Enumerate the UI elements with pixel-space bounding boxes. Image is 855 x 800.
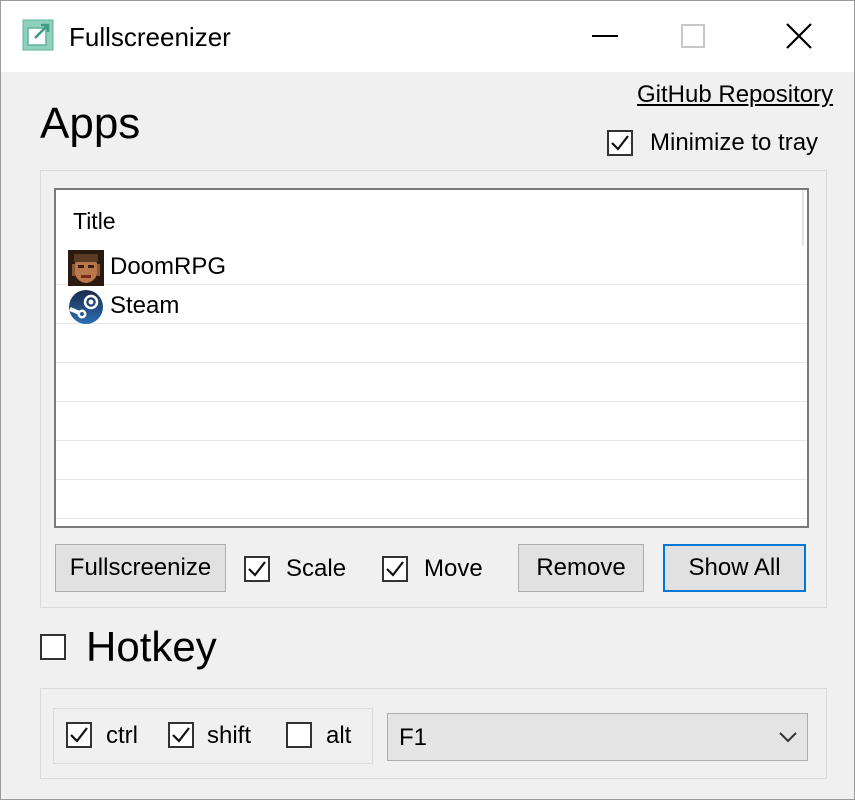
list-empty-row <box>56 402 807 441</box>
scale-label[interactable]: Scale <box>286 554 346 584</box>
maximize-icon <box>681 24 705 48</box>
shift-checkbox[interactable] <box>168 722 194 748</box>
hotkey-key-dropdown[interactable]: F1 <box>387 713 808 761</box>
hotkey-heading[interactable]: Hotkey <box>86 622 217 672</box>
list-item[interactable]: Steam <box>56 285 807 324</box>
remove-button[interactable]: Remove <box>518 544 644 592</box>
list-empty-row <box>56 480 807 519</box>
checkmark-icon <box>70 727 88 743</box>
github-repository-link[interactable]: GitHub Repository <box>637 80 833 110</box>
scale-checkbox[interactable] <box>244 556 270 582</box>
alt-checkbox[interactable] <box>286 722 312 748</box>
minimize-to-tray-label[interactable]: Minimize to tray <box>650 128 818 158</box>
list-empty-row <box>56 363 807 402</box>
steam-app-icon <box>68 289 104 325</box>
list-item-title: DoomRPG <box>110 253 227 280</box>
close-icon <box>786 23 812 49</box>
move-checkbox[interactable] <box>382 556 408 582</box>
minimize-icon <box>592 34 618 38</box>
dropdown-selected-value: F1 <box>399 724 428 751</box>
checkmark-icon <box>248 561 266 577</box>
alt-label[interactable]: alt <box>326 721 351 751</box>
checkmark-icon <box>386 561 404 577</box>
shift-label[interactable]: shift <box>207 721 251 751</box>
apps-heading: Apps <box>40 99 141 148</box>
show-all-button[interactable]: Show All <box>663 544 806 592</box>
ctrl-checkbox[interactable] <box>66 722 92 748</box>
minimize-to-tray-checkbox[interactable] <box>607 130 633 156</box>
doomrpg-app-icon <box>68 250 104 286</box>
checkmark-icon <box>611 135 629 151</box>
window-title: Fullscreenizer <box>69 22 231 52</box>
list-empty-row <box>56 441 807 480</box>
fullscreenizer-app-icon <box>22 19 54 51</box>
hotkey-enable-checkbox[interactable] <box>40 634 66 660</box>
list-item[interactable]: DoomRPG <box>56 246 807 286</box>
apps-listview[interactable]: Title DoomRPG Steam <box>54 188 809 528</box>
list-empty-row <box>56 324 807 363</box>
close-button[interactable] <box>749 0 849 72</box>
checkmark-icon <box>172 727 190 743</box>
ctrl-label[interactable]: ctrl <box>106 721 138 751</box>
list-item-title: Steam <box>110 292 180 319</box>
minimize-button[interactable] <box>555 0 655 72</box>
fullscreenize-button[interactable]: Fullscreenize <box>55 544 226 592</box>
maximize-button[interactable] <box>643 0 743 72</box>
column-header-title[interactable]: Title <box>73 206 116 236</box>
listview-header[interactable]: Title <box>56 190 804 246</box>
move-label[interactable]: Move <box>424 554 483 584</box>
column-divider[interactable] <box>802 190 804 246</box>
chevron-down-icon <box>778 730 798 749</box>
